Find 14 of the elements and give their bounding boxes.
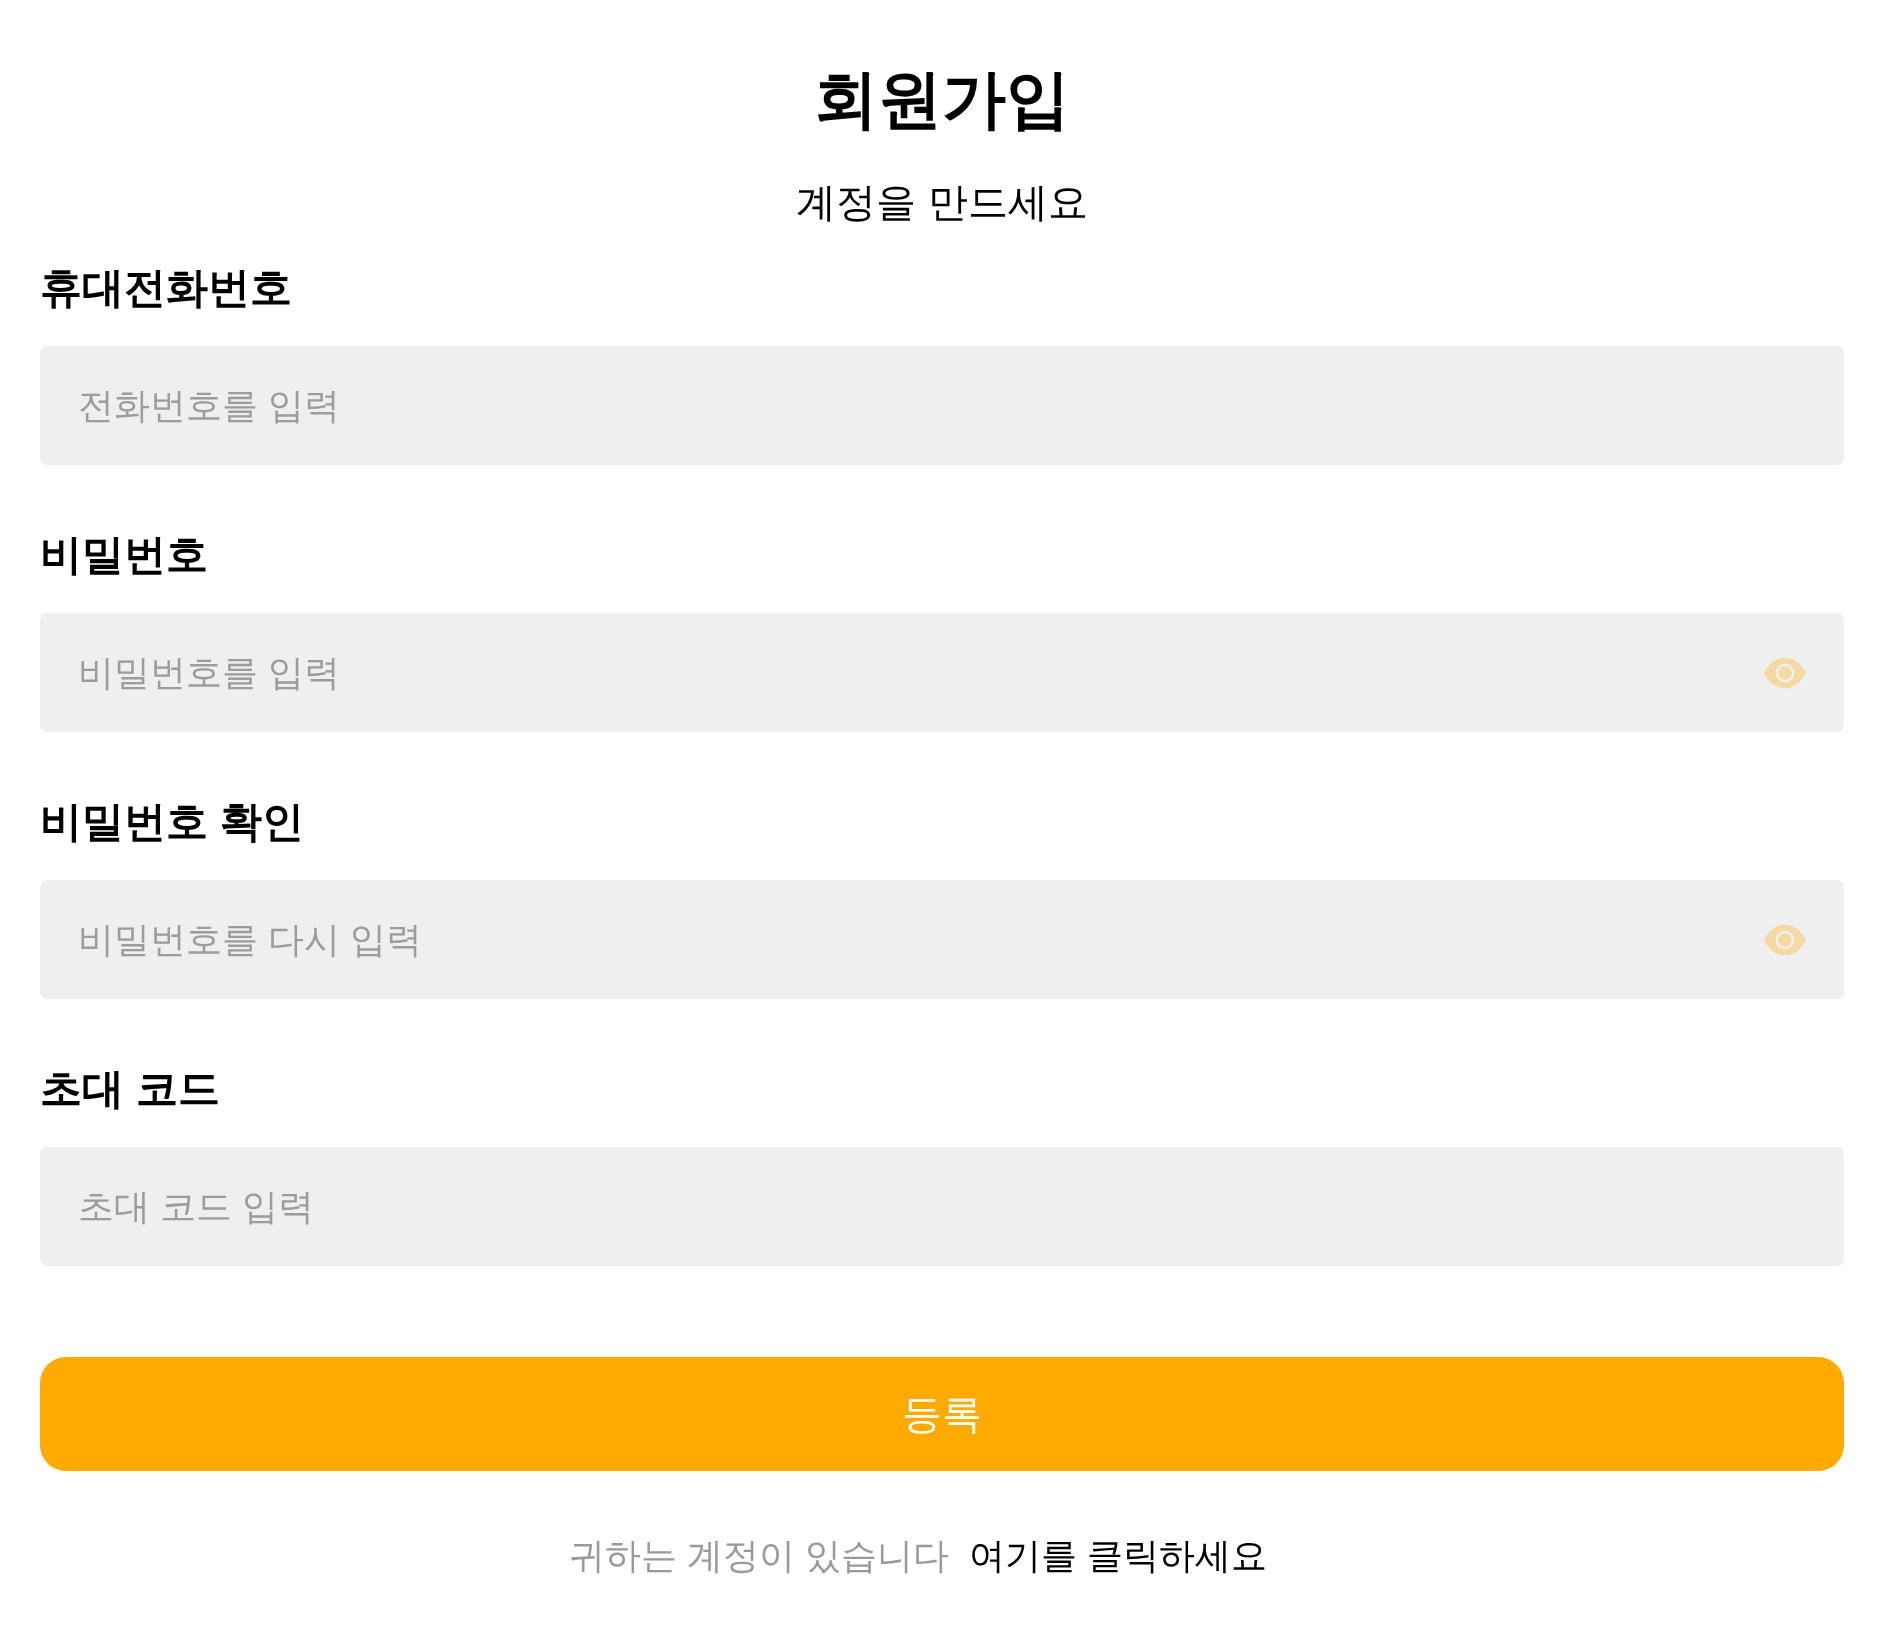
- page-subtitle: 계정을 만드세요: [796, 179, 1088, 226]
- account-prompt-text: 귀하는 계정이 있습니다: [569, 1534, 950, 1578]
- eye-icon[interactable]: [1764, 657, 1806, 688]
- field-label: 초대 코드: [40, 1065, 220, 1113]
- page-title: 회원가입: [814, 62, 1070, 137]
- login-link[interactable]: 여기를 클릭하세요: [968, 1532, 1267, 1580]
- input-field[interactable]: 전화번호를 입력: [40, 346, 1844, 465]
- eye-icon[interactable]: [1764, 924, 1806, 955]
- field-label: 휴대전화번호: [40, 264, 292, 312]
- input-field[interactable]: 초대 코드 입력: [40, 1147, 1844, 1266]
- password-field[interactable]: 비밀번호를 다시 입력: [40, 880, 1844, 999]
- password-field[interactable]: 비밀번호를 입력: [40, 613, 1844, 732]
- field-label: 비밀번호: [40, 531, 208, 579]
- field-label: 비밀번호 확인: [40, 798, 304, 846]
